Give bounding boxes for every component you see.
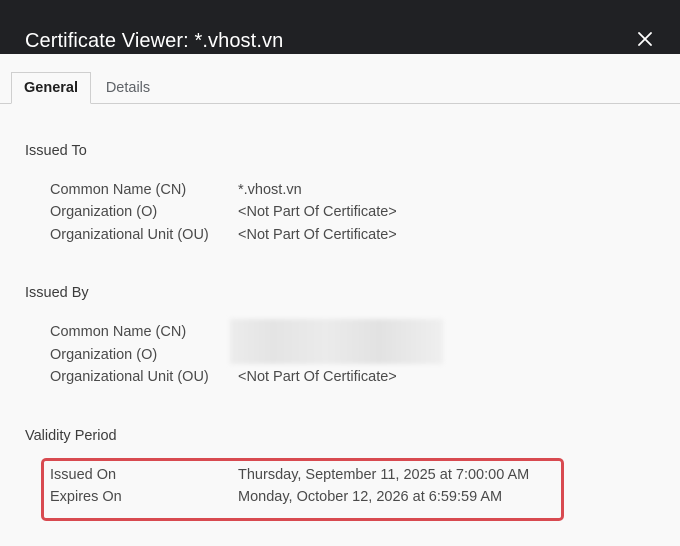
tab-bar: General Details bbox=[0, 54, 680, 104]
issued-on-value: Thursday, September 11, 2025 at 7:00:00 … bbox=[238, 467, 530, 483]
issued-to-heading: Issued To bbox=[25, 143, 87, 159]
issued-by-org-label: Organization (O) bbox=[50, 347, 158, 363]
issued-to-ou-value: <Not Part Of Certificate> bbox=[238, 227, 397, 243]
redacted-blur bbox=[230, 319, 443, 364]
issued-to-org-label: Organization (O) bbox=[50, 204, 158, 220]
expires-on-value: Monday, October 12, 2026 at 6:59:59 AM bbox=[238, 489, 503, 505]
close-button[interactable] bbox=[632, 26, 658, 52]
window-title: Certificate Viewer: *.vhost.vn bbox=[25, 30, 284, 52]
validity-heading: Validity Period bbox=[25, 428, 117, 444]
certificate-content: General Details Issued To Common Name (C… bbox=[0, 54, 680, 546]
close-icon bbox=[638, 32, 652, 46]
issued-on-label: Issued On bbox=[50, 467, 117, 483]
tab-details[interactable]: Details bbox=[92, 72, 164, 104]
title-bar: Certificate Viewer: *.vhost.vn bbox=[0, 0, 680, 54]
issued-by-ou-label: Organizational Unit (OU) bbox=[50, 369, 209, 385]
issued-to-org-value: <Not Part Of Certificate> bbox=[238, 204, 397, 220]
issued-to-cn-label: Common Name (CN) bbox=[50, 182, 187, 198]
tab-general[interactable]: General bbox=[11, 72, 91, 104]
issued-to-ou-label: Organizational Unit (OU) bbox=[50, 227, 209, 243]
issued-by-heading: Issued By bbox=[25, 285, 89, 301]
issued-by-cn-label: Common Name (CN) bbox=[50, 324, 187, 340]
issued-to-cn-value: *.vhost.vn bbox=[238, 182, 302, 198]
issued-by-ou-value: <Not Part Of Certificate> bbox=[238, 369, 397, 385]
expires-on-label: Expires On bbox=[50, 489, 122, 505]
